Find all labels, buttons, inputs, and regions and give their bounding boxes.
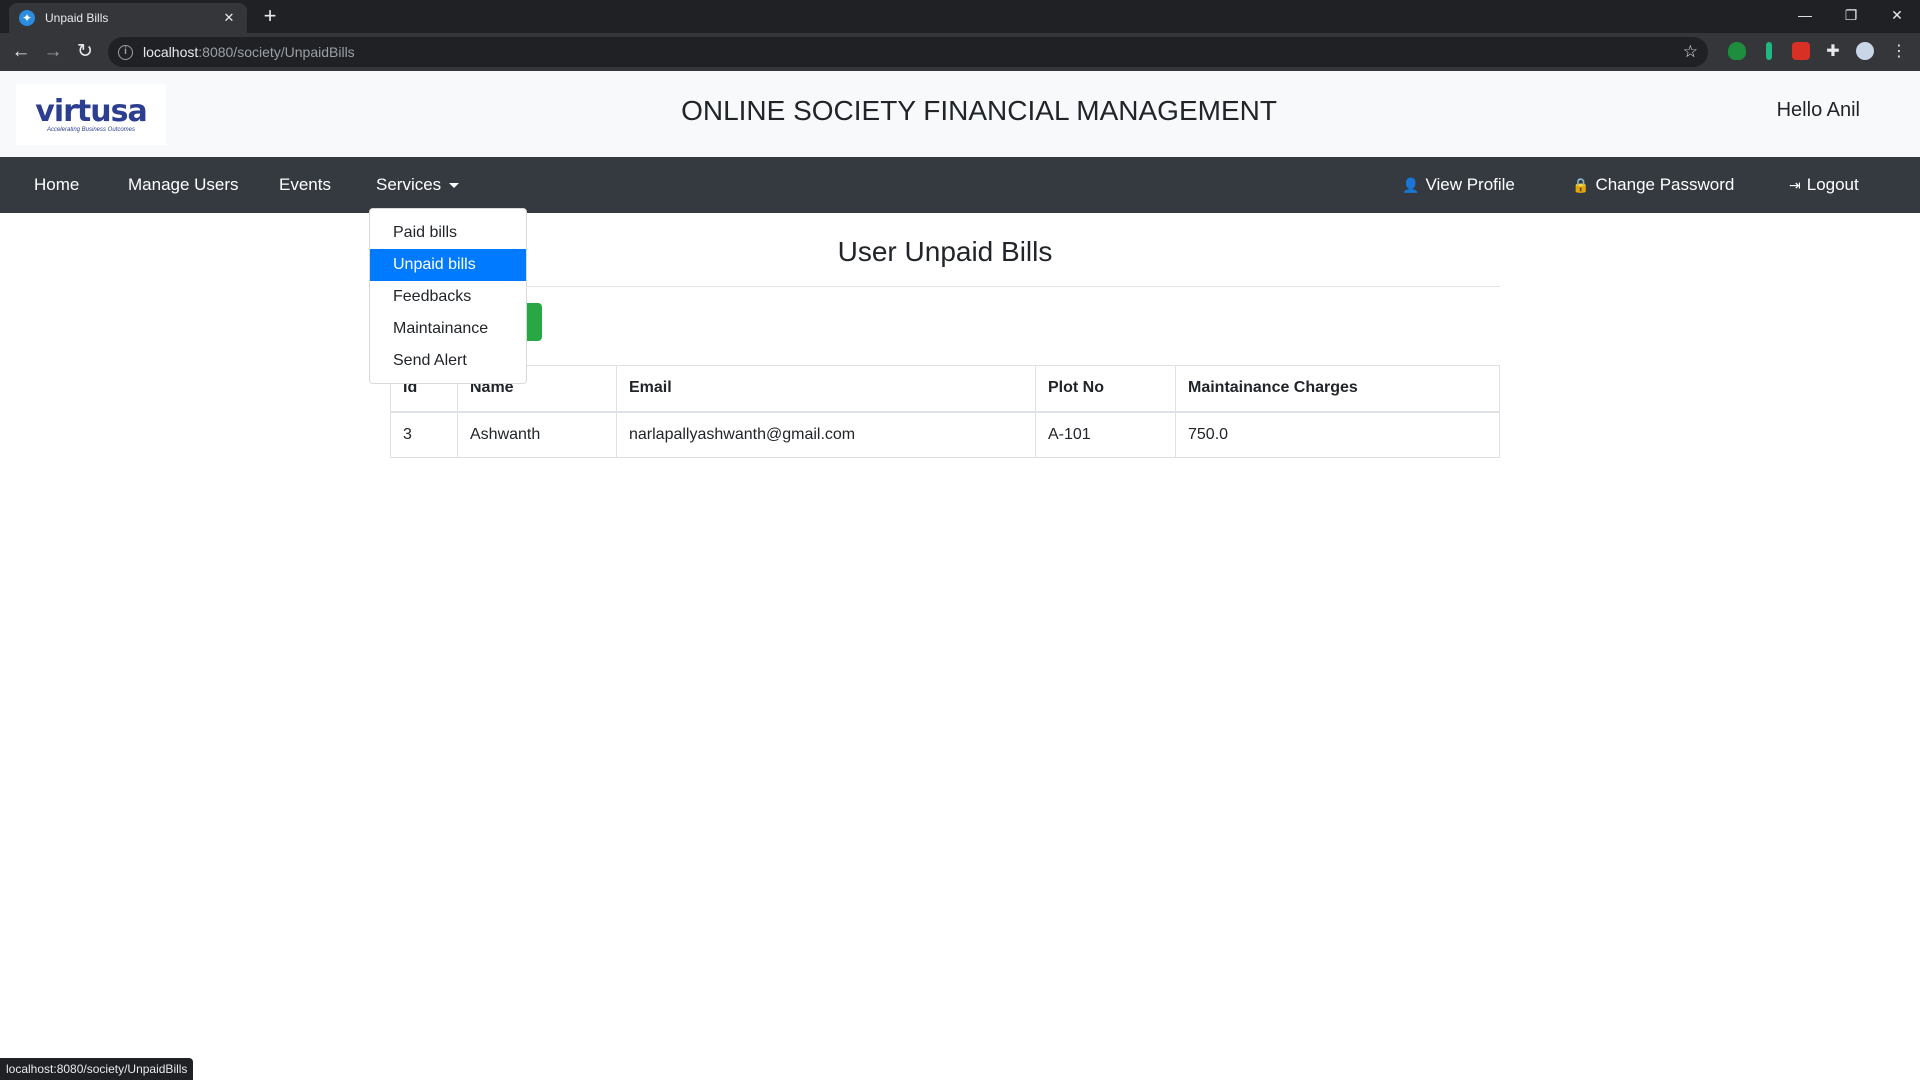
table-row: 3 Ashwanth narlapallyashwanth@gmail.com … xyxy=(390,411,1500,458)
lock-icon: 🔒 xyxy=(1572,177,1590,193)
browser-toolbar: ← → ↻ i localhost:8080/society/UnpaidBil… xyxy=(0,33,1920,71)
cell-plot-no: A-101 xyxy=(1035,411,1176,458)
dropdown-item-feedbacks[interactable]: Feedbacks xyxy=(370,281,526,313)
tab-title: Unpaid Bills xyxy=(45,11,109,25)
services-dropdown-menu: Paid bills Unpaid bills Feedbacks Mainta… xyxy=(369,208,527,384)
profile-avatar-icon[interactable] xyxy=(1856,42,1874,60)
url-text: localhost:8080/society/UnpaidBills xyxy=(143,44,355,60)
restore-icon[interactable]: ❐ xyxy=(1828,0,1874,30)
extensions-puzzle-icon[interactable]: ✚ xyxy=(1820,39,1846,65)
nav-events[interactable]: Events xyxy=(279,157,331,213)
favicon-icon: ✦ xyxy=(19,10,35,26)
browser-tabstrip: ✦ Unpaid Bills ✕ + — ❐ ✕ xyxy=(0,0,1920,33)
minimize-icon[interactable]: — xyxy=(1782,0,1828,30)
bookmark-star-icon[interactable]: ☆ xyxy=(1683,42,1698,62)
info-icon[interactable]: i xyxy=(118,44,133,60)
table-header-row: Id Name Email Plot No Maintainance Charg… xyxy=(390,365,1500,413)
dropdown-item-paid-bills[interactable]: Paid bills xyxy=(370,217,526,249)
column-header-email: Email xyxy=(616,365,1036,413)
nav-logout[interactable]: ⇥ Logout xyxy=(1789,157,1859,213)
cell-name: Ashwanth xyxy=(457,411,617,458)
close-window-icon[interactable]: ✕ xyxy=(1874,0,1920,30)
reload-icon[interactable]: ↻ xyxy=(72,39,98,65)
key-extension-icon[interactable] xyxy=(1766,42,1772,60)
user-icon: 👤 xyxy=(1402,177,1420,193)
red-extension-icon[interactable] xyxy=(1792,42,1810,60)
cell-charges: 750.0 xyxy=(1175,411,1500,458)
forward-arrow-icon[interactable]: → xyxy=(40,39,66,65)
column-header-plot-no: Plot No xyxy=(1035,365,1176,413)
main-navbar: Home Manage Users Events Services 👤 View … xyxy=(0,157,1920,213)
nav-manage-users[interactable]: Manage Users xyxy=(128,157,239,213)
back-arrow-icon[interactable]: ← xyxy=(8,39,34,65)
site-title: ONLINE SOCIETY FINANCIAL MANAGEMENT xyxy=(681,95,1277,126)
status-bar-url: localhost:8080/society/UnpaidBills xyxy=(0,1058,194,1080)
heading-divider xyxy=(390,286,1500,287)
browser-tab[interactable]: ✦ Unpaid Bills ✕ xyxy=(9,3,247,33)
nav-change-password[interactable]: 🔒 Change Password xyxy=(1572,157,1734,213)
unpaid-bills-table: Id Name Email Plot No Maintainance Charg… xyxy=(390,365,1500,458)
dropdown-item-maintainance[interactable]: Maintainance xyxy=(370,313,526,345)
page-heading: User Unpaid Bills xyxy=(837,236,1053,267)
caret-down-icon xyxy=(449,183,460,189)
menu-dots-icon[interactable]: ⋮ xyxy=(1886,39,1912,65)
window-controls: — ❐ ✕ xyxy=(1782,0,1920,30)
dropdown-item-unpaid-bills[interactable]: Unpaid bills xyxy=(370,249,526,281)
app-header: virtusa Accelerating Business Outcomes O… xyxy=(0,71,1920,157)
shield-extension-icon[interactable] xyxy=(1728,42,1746,60)
column-header-maintainance-charges: Maintainance Charges xyxy=(1175,365,1500,413)
nav-services[interactable]: Services xyxy=(376,157,460,213)
logout-icon: ⇥ xyxy=(1789,177,1801,193)
close-icon[interactable]: ✕ xyxy=(221,10,237,26)
nav-home[interactable]: Home xyxy=(34,157,79,213)
dropdown-item-send-alert[interactable]: Send Alert xyxy=(370,345,526,377)
cell-id: 3 xyxy=(390,411,458,458)
address-bar[interactable]: i localhost:8080/society/UnpaidBills ☆ xyxy=(108,37,1708,67)
new-tab-icon[interactable]: + xyxy=(258,5,282,27)
greeting: Hello Anil xyxy=(1776,99,1860,121)
cell-email: narlapallyashwanth@gmail.com xyxy=(616,411,1036,458)
nav-view-profile[interactable]: 👤 View Profile xyxy=(1402,157,1515,213)
